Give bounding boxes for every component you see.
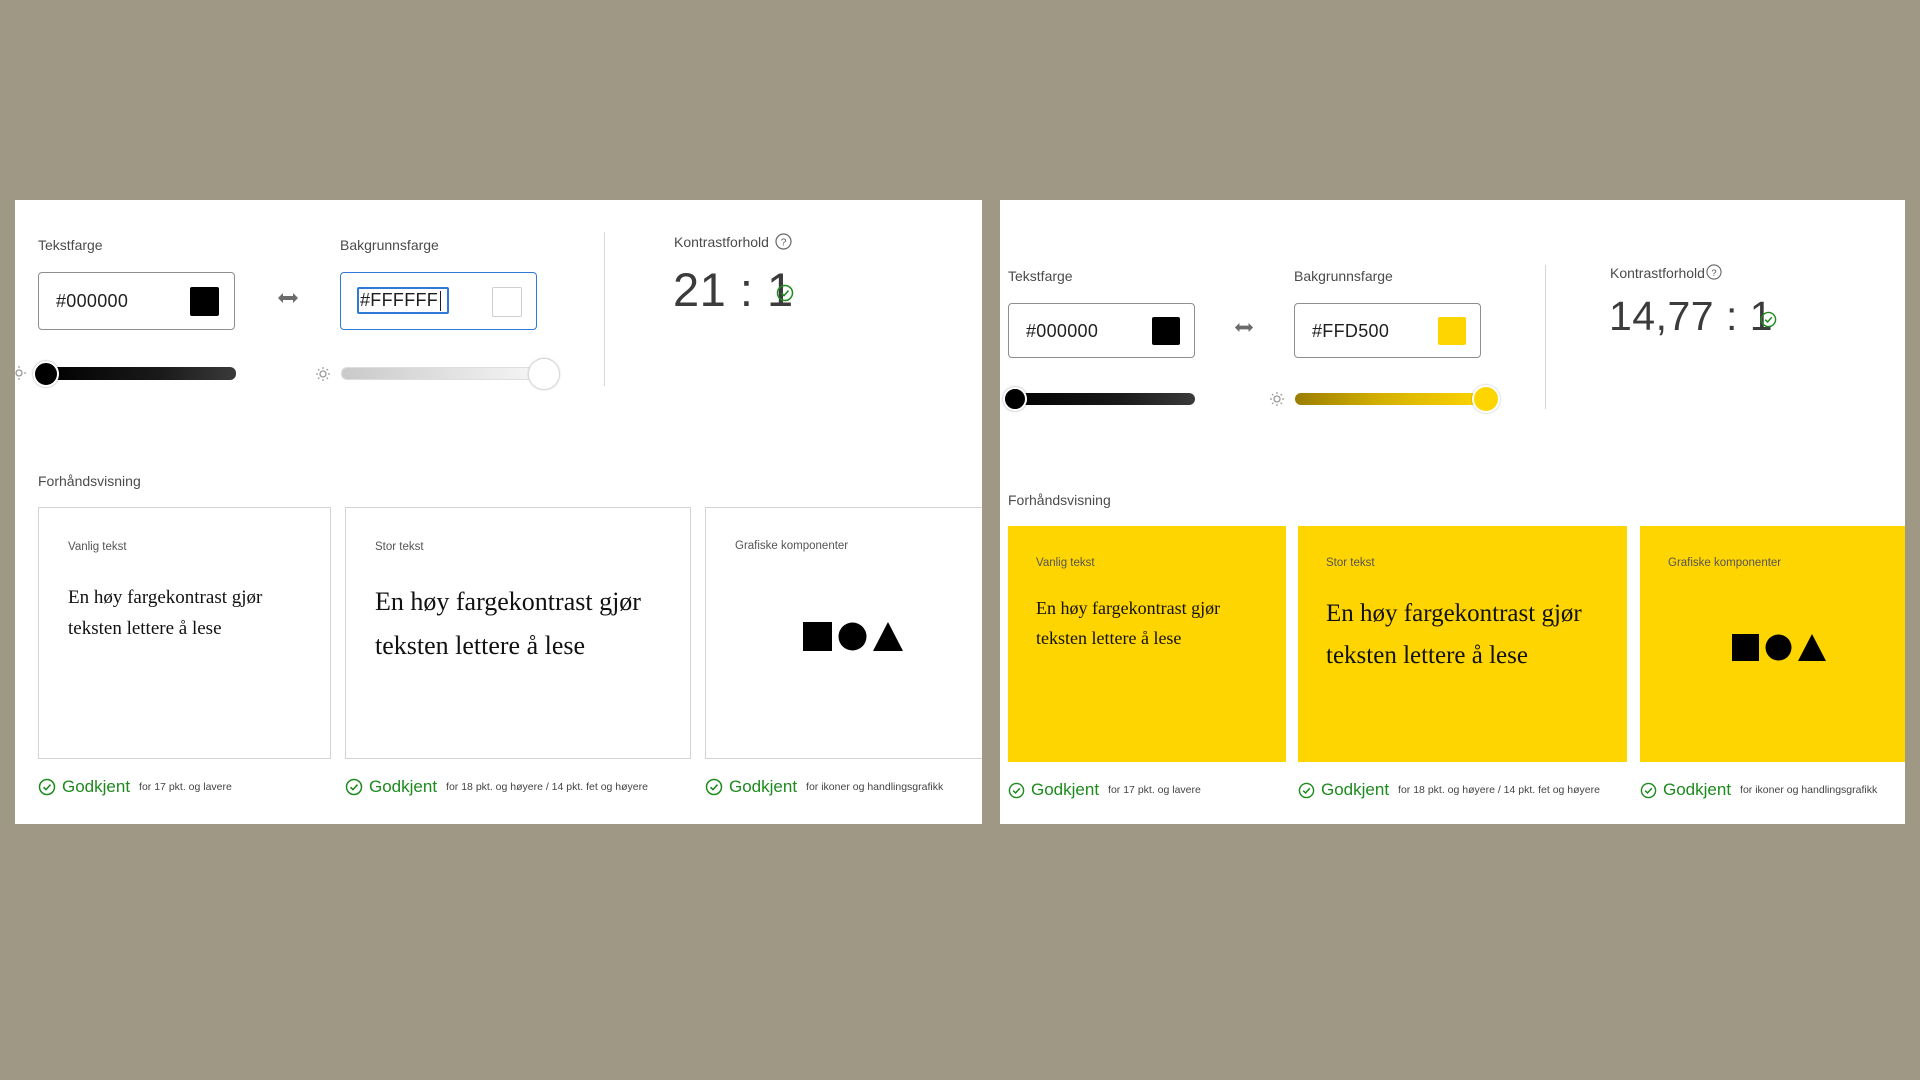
- help-circle-icon[interactable]: ?: [1706, 264, 1722, 285]
- status-word: Godkjent: [369, 777, 438, 796]
- check-circle-icon: [1760, 311, 1777, 333]
- check-circle-icon: [38, 778, 56, 796]
- svg-text:?: ?: [1711, 267, 1716, 278]
- status-normal-text: Godkjent for 17 pkt. og lavere: [38, 777, 232, 797]
- svg-text:?: ?: [781, 238, 787, 249]
- preview-text-normal: En høy fargekontrast gjør teksten letter…: [68, 587, 263, 639]
- check-circle-icon: [345, 778, 363, 796]
- brightness-icon: [15, 366, 26, 385]
- text-color-label: Tekstfarge: [1008, 268, 1073, 284]
- status-normal-text: Godkjent for 17 pkt. og lavere: [1008, 780, 1201, 800]
- card-title: Grafiske komponenter: [1668, 557, 1782, 569]
- check-circle-icon: [705, 778, 723, 796]
- card-title: Stor tekst: [375, 541, 424, 553]
- text-color-lightness-slider[interactable]: [1010, 393, 1195, 405]
- background-color-input[interactable]: #FFFFFF: [340, 272, 537, 330]
- text-color-slider-thumb[interactable]: [33, 361, 59, 387]
- text-color-label: Tekstfarge: [38, 237, 103, 253]
- status-word: Godkjent: [1031, 780, 1100, 799]
- triangle-shape-icon: [1798, 634, 1826, 661]
- preview-card-large-text: Stor tekst En høy fargekontrast gjør tek…: [1298, 526, 1627, 762]
- status-note: for 17 pkt. og lavere: [139, 781, 232, 793]
- preview-text-normal: En høy fargekontrast gjør teksten letter…: [1036, 598, 1221, 648]
- check-circle-icon: [1640, 782, 1657, 798]
- check-circle-icon: [1298, 782, 1315, 798]
- graphic-shapes: [1732, 634, 1826, 661]
- circle-shape-icon: [1765, 634, 1792, 661]
- check-circle-icon: [1008, 782, 1025, 798]
- preview-card-normal-text: Vanlig tekst En høy fargekontrast gjør t…: [38, 507, 331, 759]
- status-graphics: Godkjent for ikoner og handlingsgrafikk: [1640, 780, 1877, 800]
- status-word: Godkjent: [729, 777, 798, 796]
- square-shape-icon: [1732, 634, 1759, 661]
- status-word: Godkjent: [1663, 780, 1732, 799]
- text-color-input[interactable]: #000000: [1008, 303, 1195, 358]
- text-color-value: #000000: [1026, 321, 1099, 341]
- background-color-lightness-slider[interactable]: [1295, 393, 1485, 405]
- brightness-icon: [315, 366, 331, 387]
- card-title: Vanlig tekst: [68, 541, 127, 553]
- preview-text-large: En høy fargekontrast gjør teksten letter…: [375, 587, 641, 660]
- status-word: Godkjent: [62, 777, 131, 796]
- square-shape-icon: [803, 622, 832, 651]
- background-color-swatch[interactable]: [492, 287, 522, 317]
- background-color-label: Bakgrunnsfarge: [1294, 268, 1393, 284]
- text-color-value: #000000: [56, 291, 129, 311]
- text-caret: [440, 291, 442, 312]
- background-color-slider-thumb[interactable]: [1472, 385, 1500, 413]
- status-note: for ikoner og handlingsgrafikk: [1740, 784, 1878, 796]
- triangle-shape-icon: [873, 622, 903, 651]
- text-color-swatch[interactable]: [190, 287, 219, 316]
- status-large-text: Godkjent for 18 pkt. og høyere / 14 pkt.…: [1298, 780, 1600, 800]
- status-note: for 18 pkt. og høyere / 14 pkt. fet og h…: [1398, 784, 1600, 796]
- card-title: Vanlig tekst: [1036, 557, 1095, 569]
- status-graphics: Godkjent for ikoner og handlingsgrafikk: [705, 777, 943, 797]
- status-note: for ikoner og handlingsgrafikk: [806, 781, 944, 793]
- background-color-value-text: #FFFFFF: [360, 290, 439, 310]
- background-color-slider-thumb[interactable]: [528, 358, 560, 390]
- divider: [604, 232, 605, 386]
- divider: [1545, 265, 1546, 409]
- card-title: Stor tekst: [1326, 557, 1375, 569]
- card-title: Grafiske komponenter: [735, 540, 849, 552]
- check-circle-icon: [776, 284, 794, 307]
- preview-label: Forhåndsvisning: [1008, 492, 1111, 508]
- background-color-lightness-slider[interactable]: [341, 367, 537, 380]
- help-circle-icon[interactable]: ?: [775, 233, 792, 255]
- background-color-value[interactable]: #FFFFFF: [357, 287, 450, 315]
- background-color-input[interactable]: #FFD500: [1294, 303, 1481, 358]
- status-note: for 17 pkt. og lavere: [1108, 784, 1201, 796]
- preview-card-large-text: Stor tekst En høy fargekontrast gjør tek…: [345, 507, 691, 759]
- background-color-swatch[interactable]: [1438, 317, 1466, 345]
- contrast-panel-white: Tekstfarge #000000 Bakgrunnsfarge #FFFFF…: [15, 200, 982, 824]
- status-large-text: Godkjent for 18 pkt. og høyere / 14 pkt.…: [345, 777, 648, 797]
- status-note: for 18 pkt. og høyere / 14 pkt. fet og h…: [446, 781, 648, 793]
- text-color-lightness-slider[interactable]: [45, 367, 236, 380]
- circle-shape-icon: [838, 622, 867, 651]
- preview-text-large: En høy fargekontrast gjør teksten letter…: [1326, 600, 1582, 669]
- text-color-slider-thumb[interactable]: [1003, 387, 1027, 411]
- contrast-ratio-label: Kontrastforhold: [674, 234, 769, 250]
- preview-card-graphics: Grafiske komponenter: [1640, 526, 1905, 762]
- swap-arrows-icon[interactable]: [1234, 321, 1254, 339]
- contrast-ratio-label: Kontrastforhold: [1610, 265, 1705, 281]
- brightness-icon: [1269, 391, 1285, 412]
- preview-card-graphics: Grafiske komponenter: [705, 507, 982, 759]
- status-word: Godkjent: [1321, 780, 1390, 799]
- swap-arrows-icon[interactable]: [277, 291, 299, 310]
- preview-label: Forhåndsvisning: [38, 473, 141, 489]
- background-color-label: Bakgrunnsfarge: [340, 237, 439, 253]
- contrast-panel-yellow: Tekstfarge #000000 Bakgrunnsfarge #FFD50…: [1000, 200, 1905, 824]
- contrast-ratio-value: 14,77 : 1: [1609, 293, 1774, 339]
- graphic-shapes: [803, 622, 903, 651]
- background-color-value: #FFD500: [1312, 321, 1390, 341]
- preview-card-normal-text: Vanlig tekst En høy fargekontrast gjør t…: [1008, 526, 1286, 762]
- text-color-swatch[interactable]: [1152, 317, 1180, 345]
- text-color-input[interactable]: #000000: [38, 272, 235, 330]
